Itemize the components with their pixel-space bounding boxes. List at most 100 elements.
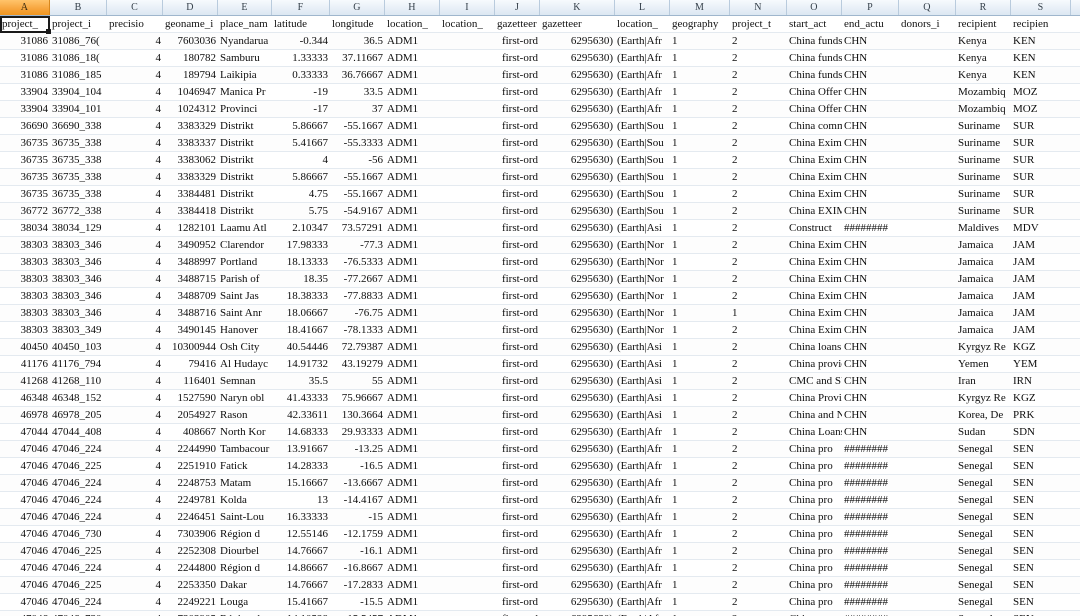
cell-H18[interactable]: ADM1 [385,305,440,321]
cell-E28[interactable]: Matam [218,475,272,491]
cell-L9[interactable]: (Earth|Sou [615,152,670,168]
table-row[interactable]: 3677236772_33843384418Distrikt5.75-54.91… [0,203,1080,220]
cell-S11[interactable]: SUR [1011,186,1071,202]
cell-E4[interactable]: Laikipia [218,67,272,83]
cell-S1[interactable]: recipien [1011,16,1071,32]
cell-G31[interactable]: -12.1759 [330,526,385,542]
cell-M23[interactable]: 1 [670,390,730,406]
cell-L33[interactable]: (Earth|Afr [615,560,670,576]
table-row[interactable]: 4704647046_22542253350Dakar14.76667-17.2… [0,577,1080,594]
cell-O2[interactable]: China funds the constructi( [787,33,842,49]
cell-I8[interactable] [440,135,495,151]
cell-C24[interactable]: 4 [107,407,163,423]
cell-R11[interactable]: Suriname [956,186,1011,202]
cell-R19[interactable]: Jamaica [956,322,1011,338]
table-row[interactable]: 3390433904_10441046947Manica Pr-1933.5AD… [0,84,1080,101]
cell-F25[interactable]: 14.68333 [272,424,330,440]
cell-K15[interactable]: 6295630) [540,254,615,270]
cell-B21[interactable]: 41176_794 [50,356,107,372]
cell-P8[interactable]: CHN [842,135,899,151]
cell-C8[interactable]: 4 [107,135,163,151]
cell-S23[interactable]: KGZ [1011,390,1071,406]
cell-J5[interactable]: first-ord [495,84,540,100]
cell-E7[interactable]: Distrikt [218,118,272,134]
cell-K14[interactable]: 6295630) [540,237,615,253]
cell-G33[interactable]: -16.8667 [330,560,385,576]
cell-B31[interactable]: 47046_730 [50,526,107,542]
cell-A3[interactable]: 31086 [0,50,50,66]
cell-F28[interactable]: 15.16667 [272,475,330,491]
cell-C14[interactable]: 4 [107,237,163,253]
cell-H32[interactable]: ADM1 [385,543,440,559]
cell-I2[interactable] [440,33,495,49]
cell-O10[interactable]: China Exim Bank loans Surin [787,169,842,185]
cell-H16[interactable]: ADM1 [385,271,440,287]
cell-Q5[interactable] [899,84,956,100]
cell-N20[interactable]: 2 [730,339,787,355]
column-header-i[interactable]: I [440,0,495,15]
cell-M31[interactable]: 1 [670,526,730,542]
cell-N16[interactable]: 2 [730,271,787,287]
cell-G19[interactable]: -78.1333 [330,322,385,338]
cell-A14[interactable]: 38303 [0,237,50,253]
cell-O27[interactable]: China pro [787,458,842,474]
cell-O22[interactable]: CMC and SUPOWER signed agre [787,373,842,389]
cell-O28[interactable]: China pro [787,475,842,491]
cell-L21[interactable]: (Earth|Asi [615,356,670,372]
cell-Q17[interactable] [899,288,956,304]
cell-J32[interactable]: first-ord [495,543,540,559]
cell-M5[interactable]: 1 [670,84,730,100]
column-header-g[interactable]: G [330,0,385,15]
cell-Q13[interactable] [899,220,956,236]
cell-D24[interactable]: 2054927 [163,407,218,423]
cell-Q15[interactable] [899,254,956,270]
cell-S5[interactable]: MOZ [1011,84,1071,100]
cell-J27[interactable]: first-ord [495,458,540,474]
cell-N9[interactable]: 2 [730,152,787,168]
cell-O31[interactable]: China pro [787,526,842,542]
cell-B25[interactable]: 47044_408 [50,424,107,440]
cell-M2[interactable]: 1 [670,33,730,49]
cell-P35[interactable]: ######## [842,594,899,610]
cell-H17[interactable]: ADM1 [385,288,440,304]
cell-B11[interactable]: 36735_338 [50,186,107,202]
cell-D16[interactable]: 3488715 [163,271,218,287]
cell-J19[interactable]: first-ord [495,322,540,338]
column-header-c[interactable]: C [107,0,163,15]
cell-G8[interactable]: -55.3333 [330,135,385,151]
cell-J16[interactable]: first-ord [495,271,540,287]
cell-G9[interactable]: -56 [330,152,385,168]
cell-Q2[interactable] [899,33,956,49]
cell-A15[interactable]: 38303 [0,254,50,270]
cell-Q23[interactable] [899,390,956,406]
cell-E8[interactable]: Distrikt [218,135,272,151]
cell-C29[interactable]: 4 [107,492,163,508]
cell-P25[interactable]: CHN [842,424,899,440]
cell-R4[interactable]: Kenya [956,67,1011,83]
cell-C23[interactable]: 4 [107,390,163,406]
cell-A18[interactable]: 38303 [0,305,50,321]
cell-N4[interactable]: 2 [730,67,787,83]
cell-L15[interactable]: (Earth|Nor [615,254,670,270]
cell-R21[interactable]: Yemen [956,356,1011,372]
cell-E25[interactable]: North Kor [218,424,272,440]
cell-J18[interactable]: first-ord [495,305,540,321]
cell-B32[interactable]: 47046_225 [50,543,107,559]
cell-E24[interactable]: Rason [218,407,272,423]
cell-M17[interactable]: 1 [670,288,730,304]
cell-N29[interactable]: 2 [730,492,787,508]
cell-R30[interactable]: Senegal [956,509,1011,525]
cell-G7[interactable]: -55.1667 [330,118,385,134]
cell-L36[interactable]: (Earth|Afr [615,611,670,616]
table-row[interactable]: 4704647046_22442246451Saint-Lou16.33333-… [0,509,1080,526]
cell-D25[interactable]: 408667 [163,424,218,440]
cell-J31[interactable]: first-ord [495,526,540,542]
cell-H21[interactable]: ADM1 [385,356,440,372]
cell-N34[interactable]: 2 [730,577,787,593]
cell-C22[interactable]: 4 [107,373,163,389]
cell-B1[interactable]: project_i [50,16,107,32]
cell-J8[interactable]: first-ord [495,135,540,151]
cell-H27[interactable]: ADM1 [385,458,440,474]
cell-J4[interactable]: first-ord [495,67,540,83]
cell-I5[interactable] [440,84,495,100]
